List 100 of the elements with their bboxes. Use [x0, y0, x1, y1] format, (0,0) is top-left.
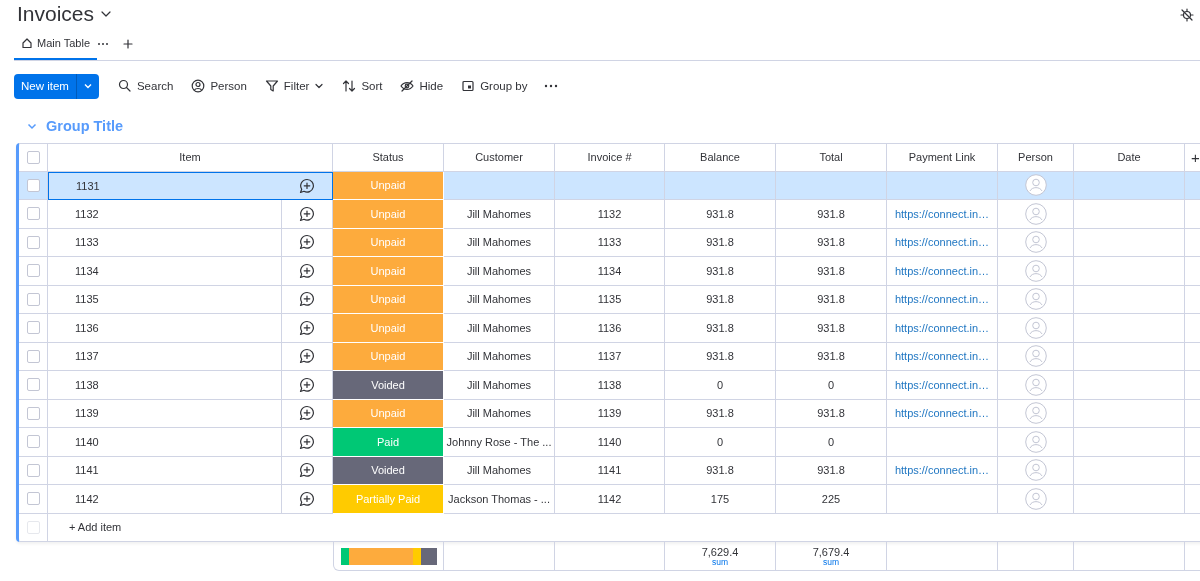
view-tab[interactable]: Main Table: [14, 28, 97, 60]
column-header: Payment Link: [887, 143, 998, 172]
table-row[interactable]: 1142 Partially Paid Jackson Thomas - ... 1142 175 225: [19, 485, 1200, 514]
table-cell[interactable]: 1133: [48, 228, 282, 257]
chat-plus-icon[interactable]: [299, 319, 315, 336]
table-row[interactable]: 1139 Unpaid Jill Mahomes 1139 931.8 931.8 https://connect.in…: [19, 399, 1200, 428]
chat-plus-icon[interactable]: [299, 291, 315, 308]
selected-row[interactable]: 1131 Unpaid: [19, 171, 1200, 200]
more-icon[interactable]: [97, 42, 109, 46]
table-cell: 931.8: [776, 342, 887, 371]
avatar-icon[interactable]: [1024, 231, 1047, 254]
table-cell: 931.8: [776, 257, 887, 286]
payment-link[interactable]: https://connect.in…: [890, 464, 994, 477]
checkbox[interactable]: [26, 264, 40, 278]
avatar-icon[interactable]: [1024, 459, 1047, 482]
avatar-icon[interactable]: [1024, 288, 1047, 311]
gear-slash-icon[interactable]: [1180, 8, 1194, 22]
payment-link[interactable]: https://connect.in…: [890, 350, 994, 363]
table-cell[interactable]: 1142: [48, 485, 282, 514]
table-row[interactable]: 1138 Voided Jill Mahomes 1138 0 0 https://connect.in…: [19, 371, 1200, 400]
sort-button[interactable]: Sort: [335, 73, 390, 99]
chat-plus-icon[interactable]: [299, 462, 315, 479]
chat-plus-icon[interactable]: [299, 490, 315, 507]
home-icon: [21, 37, 33, 49]
table-row[interactable]: 1132 Unpaid Jill Mahomes 1132 931.8 931.8 https://connect.in…: [19, 200, 1200, 229]
table-row[interactable]: 1136 Unpaid Jill Mahomes 1136 931.8 931.8 https://connect.in…: [19, 314, 1200, 343]
chat-plus-icon[interactable]: [299, 433, 315, 450]
checkbox[interactable]: [26, 207, 40, 221]
column-header: Date: [1074, 143, 1185, 172]
plus-icon[interactable]: [123, 39, 133, 49]
table-row[interactable]: 1135 Unpaid Jill Mahomes 1135 931.8 931.8 https://connect.in…: [19, 285, 1200, 314]
payment-link[interactable]: https://connect.in…: [890, 321, 994, 334]
table-row[interactable]: 1134 Unpaid Jill Mahomes 1134 931.8 931.8 https://connect.in…: [19, 257, 1200, 286]
payment-link[interactable]: https://connect.in…: [890, 293, 994, 306]
table-cell[interactable]: 1136: [48, 314, 282, 343]
chat-plus-icon[interactable]: [299, 177, 315, 194]
chat-plus-icon[interactable]: [299, 376, 315, 393]
table-cell: 1142: [555, 485, 665, 514]
more-icon[interactable]: [544, 84, 559, 88]
table-cell[interactable]: 1137: [48, 342, 282, 371]
payment-link[interactable]: https://connect.in…: [890, 236, 994, 249]
avatar-icon[interactable]: [1024, 174, 1047, 197]
avatar-icon[interactable]: [1024, 259, 1047, 282]
table-cell: Jackson Thomas - ...: [444, 485, 555, 514]
table-cell[interactable]: 1134: [48, 257, 282, 286]
checkbox[interactable]: [26, 378, 40, 392]
table-cell: 1139: [555, 399, 665, 428]
table-cell: 931.8: [776, 456, 887, 485]
payment-link[interactable]: https://connect.in…: [890, 407, 994, 420]
table-cell[interactable]: 1138: [48, 371, 282, 400]
chat-plus-icon[interactable]: [299, 234, 315, 251]
status-label[interactable]: Voided: [333, 456, 444, 485]
checkbox[interactable]: [26, 435, 40, 449]
avatar-icon[interactable]: [1024, 373, 1047, 396]
hide-button[interactable]: Hide: [393, 73, 451, 99]
avatar-icon[interactable]: [1024, 430, 1047, 453]
table-cell[interactable]: 1132: [48, 200, 282, 229]
table-row[interactable]: 1140 Paid Johnny Rose - The ... 1140 0 0: [19, 428, 1200, 457]
table-cell[interactable]: 1131: [48, 171, 282, 200]
checkbox[interactable]: [26, 292, 40, 306]
table-row[interactable]: 1141 Voided Jill Mahomes 1141 931.8 931.8 https://connect.in…: [19, 456, 1200, 485]
checkbox[interactable]: [26, 463, 40, 477]
checkbox[interactable]: [26, 150, 40, 164]
chat-plus-icon[interactable]: [299, 205, 315, 222]
group-by-button[interactable]: Group by: [454, 73, 535, 99]
table-cell[interactable]: 1141: [48, 456, 282, 485]
table-cell: 931.8: [665, 314, 776, 343]
checkbox[interactable]: [26, 321, 40, 335]
filter-icon: [264, 79, 279, 93]
table-cell: 931.8: [665, 257, 776, 286]
table-cell[interactable]: 1140: [48, 428, 282, 457]
avatar-icon[interactable]: [1024, 316, 1047, 339]
table-cell[interactable]: 1135: [48, 285, 282, 314]
checkbox[interactable]: [26, 349, 40, 363]
avatar-icon[interactable]: [1024, 487, 1047, 510]
payment-link[interactable]: https://connect.in…: [890, 264, 994, 277]
filter-button[interactable]: Filter: [257, 73, 332, 99]
chat-plus-icon[interactable]: [299, 348, 315, 365]
checkbox[interactable]: [26, 492, 40, 506]
checkbox[interactable]: [26, 406, 40, 420]
avatar-icon[interactable]: [1024, 345, 1047, 368]
table-row[interactable]: 1133 Unpaid Jill Mahomes 1133 931.8 931.8 https://connect.in…: [19, 228, 1200, 257]
chat-plus-icon[interactable]: [299, 405, 315, 422]
sum-value: 7,629.4: [701, 545, 739, 558]
table-cell: 0: [665, 371, 776, 400]
avatar-icon[interactable]: [1024, 202, 1047, 225]
table-cell: Jill Mahomes: [444, 228, 555, 257]
avatar-icon[interactable]: [1024, 402, 1047, 425]
status-label[interactable]: Voided: [333, 371, 444, 400]
add-column-button[interactable]: +: [1185, 143, 1200, 172]
search-button[interactable]: Search: [110, 73, 181, 99]
person-button[interactable]: Person: [184, 73, 254, 99]
table-cell[interactable]: 1139: [48, 399, 282, 428]
add-item-button[interactable]: + Add item: [48, 513, 1200, 542]
payment-link[interactable]: https://connect.in…: [890, 378, 994, 391]
checkbox[interactable]: [26, 235, 40, 249]
payment-link[interactable]: https://connect.in…: [890, 207, 994, 220]
checkbox[interactable]: [26, 178, 40, 192]
chat-plus-icon[interactable]: [299, 262, 315, 279]
table-row[interactable]: 1137 Unpaid Jill Mahomes 1137 931.8 931.8 https://connect.in…: [19, 342, 1200, 371]
